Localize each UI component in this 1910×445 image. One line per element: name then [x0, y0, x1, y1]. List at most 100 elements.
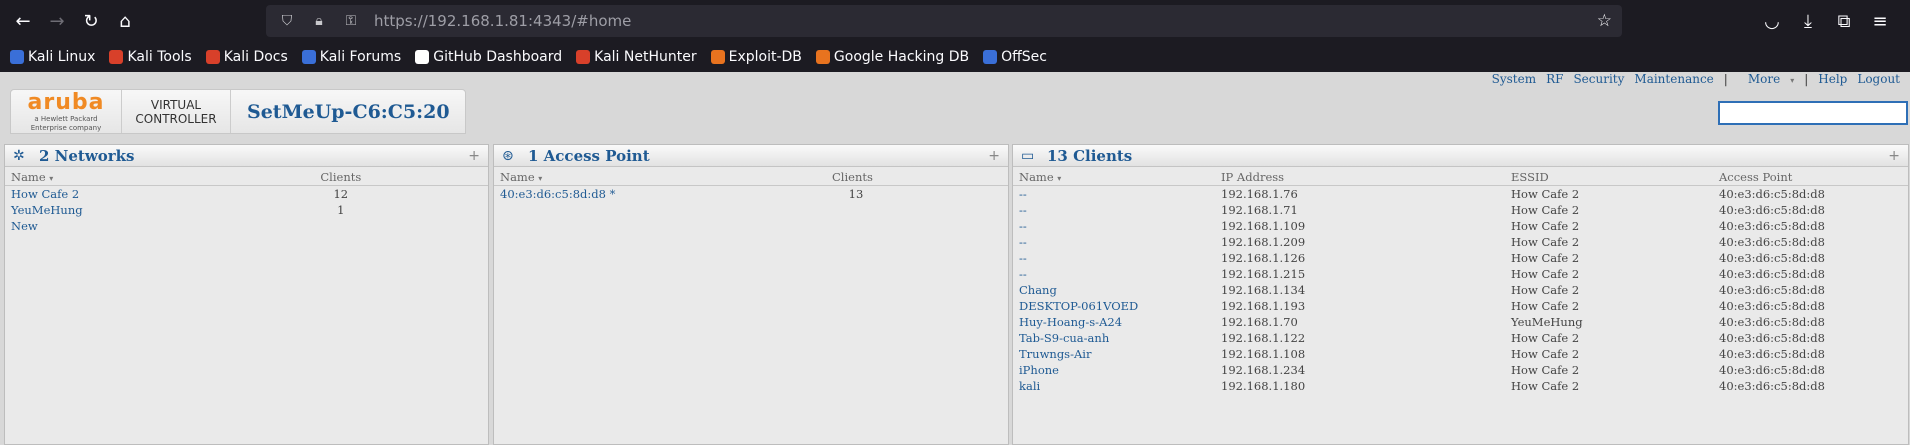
- client-name[interactable]: iPhone: [1013, 362, 1215, 378]
- bookmark-item[interactable]: Kali Forums: [301, 49, 401, 65]
- bookmark-item[interactable]: OffSec: [983, 49, 1047, 65]
- client-name[interactable]: --: [1013, 218, 1215, 234]
- table-row[interactable]: Huy-Hoang-s-A24 192.168.1.70 YeuMeHung 40:e…: [1013, 314, 1908, 330]
- client-name[interactable]: DESKTOP-061VOED: [1013, 298, 1215, 314]
- search-input[interactable]: [1718, 101, 1908, 125]
- downloads-icon[interactable]: ⤓: [1790, 4, 1826, 38]
- reload-icon[interactable]: ↻: [74, 4, 108, 38]
- bookmark-item[interactable]: Kali Tools: [109, 49, 192, 65]
- client-ip: 192.168.1.209: [1221, 235, 1306, 249]
- table-row[interactable]: Chang 192.168.1.134 How Cafe 2 40:e3:d6:c5:…: [1013, 282, 1908, 298]
- kali-tools-icon: [109, 50, 124, 64]
- bookmark-item[interactable]: Google Hacking DB: [815, 49, 969, 65]
- table-row[interactable]: Truwngs-Air 192.168.1.108 How Cafe 2 40:e3:…: [1013, 346, 1908, 362]
- bookmark-star-icon[interactable]: ☆: [1597, 11, 1612, 31]
- offsec-icon: [983, 50, 998, 64]
- table-row[interactable]: kali 192.168.1.180 How Cafe 2 40:e3:d6:c5:8…: [1013, 378, 1908, 394]
- client-name[interactable]: Huy-Hoang-s-A24: [1013, 314, 1215, 330]
- table-row[interactable]: -- 192.168.1.126 How Cafe 2 40:e3:d6:c5:8d:…: [1013, 250, 1908, 266]
- table-row[interactable]: -- 192.168.1.209 How Cafe 2 40:e3:d6:c5:8d:…: [1013, 234, 1908, 250]
- home-icon[interactable]: ⌂: [108, 4, 142, 38]
- nav-system[interactable]: System: [1492, 72, 1536, 86]
- extensions-icon[interactable]: ⧉: [1826, 4, 1862, 38]
- nav-help[interactable]: Help: [1818, 72, 1847, 86]
- table-row[interactable]: iPhone 192.168.1.234 How Cafe 2 40:e3:d6:c5…: [1013, 362, 1908, 378]
- clients-table: Name ▾ IP Address ESSID Access Point -- 1…: [1013, 167, 1908, 394]
- network-clients: 12: [333, 187, 349, 201]
- table-row[interactable]: YeuMeHung 1: [5, 202, 488, 218]
- bookmark-label: Kali Tools: [127, 49, 192, 65]
- bookmark-item[interactable]: Kali Linux: [10, 49, 95, 65]
- client-name[interactable]: Chang: [1013, 282, 1215, 298]
- nav-maintenance[interactable]: Maintenance: [1634, 72, 1713, 86]
- bookmark-item[interactable]: Exploit-DB: [710, 49, 802, 65]
- network-clients: 1: [337, 203, 345, 217]
- col-name[interactable]: Name ▾: [5, 167, 315, 186]
- network-name[interactable]: How Cafe 2: [5, 186, 314, 203]
- table-row[interactable]: How Cafe 2 12: [5, 186, 488, 203]
- brand-header: aruba a Hewlett Packard Enterprise compa…: [10, 89, 466, 134]
- add-client-icon[interactable]: +: [1888, 148, 1900, 164]
- key-icon[interactable]: ⚿: [340, 13, 362, 29]
- client-access-point: 40:e3:d6:c5:8d:d8: [1719, 251, 1825, 265]
- client-ip: 192.168.1.180: [1221, 379, 1306, 393]
- col-clients[interactable]: Clients: [826, 167, 886, 186]
- col-access-point[interactable]: Access Point: [1713, 167, 1908, 186]
- pocket-icon[interactable]: ◡: [1754, 4, 1790, 38]
- table-row[interactable]: New: [5, 218, 488, 234]
- client-access-point: 40:e3:d6:c5:8d:d8: [1719, 299, 1825, 313]
- table-row[interactable]: Tab-S9-cua-anh 192.168.1.122 How Cafe 2 40:…: [1013, 330, 1908, 346]
- back-icon[interactable]: ←: [6, 4, 40, 38]
- nav-logout[interactable]: Logout: [1857, 72, 1900, 86]
- client-ip: 192.168.1.193: [1221, 299, 1306, 313]
- shield-icon[interactable]: ⛉: [276, 13, 298, 29]
- table-row[interactable]: DESKTOP-061VOED 192.168.1.193 How Cafe 2 40…: [1013, 298, 1908, 314]
- access-point-name[interactable]: 40:e3:d6:c5:8d:d8 *: [494, 186, 826, 203]
- client-name[interactable]: --: [1013, 266, 1215, 282]
- client-essid: How Cafe 2: [1511, 283, 1580, 297]
- add-network-icon[interactable]: +: [468, 148, 480, 164]
- url-host: https://192.168.1.81: [374, 12, 528, 30]
- table-row[interactable]: -- 192.168.1.71 How Cafe 2 40:e3:d6:c5:8d:d…: [1013, 202, 1908, 218]
- client-name[interactable]: Tab-S9-cua-anh: [1013, 330, 1215, 346]
- url-text[interactable]: https://192.168.1.81:4343/#home: [374, 12, 631, 30]
- logo-subtitle-1: a Hewlett Packard: [34, 114, 98, 123]
- client-ip: 192.168.1.215: [1221, 267, 1306, 281]
- client-name[interactable]: --: [1013, 250, 1215, 266]
- add-access-point-icon[interactable]: +: [988, 148, 1000, 164]
- table-row[interactable]: 40:e3:d6:c5:8d:d8 * 13: [494, 186, 1008, 203]
- col-clients[interactable]: Clients: [314, 167, 368, 186]
- networks-table: Name ▾ Clients How Cafe 2 12 YeuMeHung 1 New: [5, 167, 488, 234]
- network-name[interactable]: New: [5, 218, 314, 234]
- client-essid: How Cafe 2: [1511, 363, 1580, 377]
- client-access-point: 40:e3:d6:c5:8d:d8: [1719, 347, 1825, 361]
- client-name[interactable]: --: [1013, 202, 1215, 218]
- client-name[interactable]: --: [1013, 186, 1215, 203]
- url-bar[interactable]: ⛉ 🔒︎ ⚿ https://192.168.1.81:4343/#home ☆: [266, 5, 1622, 37]
- logo-wordmark: aruba: [27, 89, 105, 115]
- table-row[interactable]: -- 192.168.1.76 How Cafe 2 40:e3:d6:c5:8d:d…: [1013, 186, 1908, 203]
- client-ip: 192.168.1.76: [1221, 187, 1298, 201]
- bookmark-item[interactable]: Kali Docs: [205, 49, 288, 65]
- col-name[interactable]: Name ▾: [1013, 167, 1215, 186]
- table-row[interactable]: -- 192.168.1.215 How Cafe 2 40:e3:d6:c5:8d:…: [1013, 266, 1908, 282]
- lock-icon[interactable]: 🔒︎: [308, 13, 330, 29]
- client-name[interactable]: --: [1013, 234, 1215, 250]
- client-name[interactable]: Truwngs-Air: [1013, 346, 1215, 362]
- client-access-point: 40:e3:d6:c5:8d:d8: [1719, 187, 1825, 201]
- network-icon: ✲: [13, 147, 25, 164]
- nav-rf[interactable]: RF: [1546, 72, 1563, 86]
- bookmark-item[interactable]: Kali NetHunter: [576, 49, 697, 65]
- col-name[interactable]: Name ▾: [494, 167, 826, 186]
- bookmark-item[interactable]: GitHub Dashboard: [415, 49, 562, 65]
- nav-security[interactable]: Security: [1573, 72, 1624, 86]
- col-spacer: [886, 167, 1008, 186]
- menu-icon[interactable]: ≡: [1862, 4, 1898, 38]
- col-essid[interactable]: ESSID: [1505, 167, 1713, 186]
- table-row[interactable]: -- 192.168.1.109 How Cafe 2 40:e3:d6:c5:8d:…: [1013, 218, 1908, 234]
- network-name[interactable]: YeuMeHung: [5, 202, 314, 218]
- forward-icon[interactable]: →: [40, 4, 74, 38]
- nav-more[interactable]: More ▾: [1738, 72, 1794, 86]
- col-ip[interactable]: IP Address: [1215, 167, 1505, 186]
- client-name[interactable]: kali: [1013, 378, 1215, 394]
